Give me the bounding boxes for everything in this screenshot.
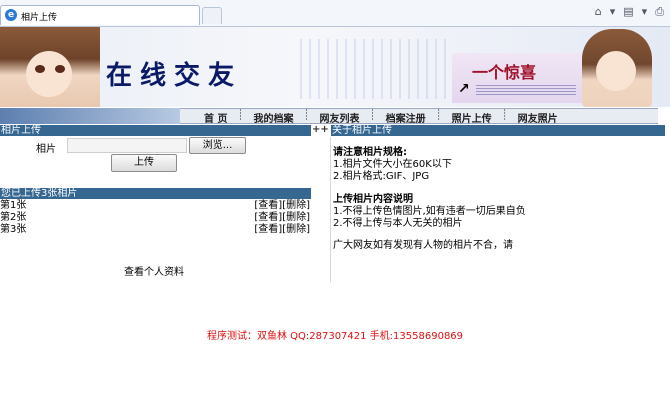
content-heading: 上传相片内容说明 — [333, 194, 413, 205]
site-title: 在线交友 — [106, 61, 243, 91]
nav-user-list[interactable]: 网友列表 — [312, 110, 368, 125]
column-divider — [330, 137, 331, 282]
nav-register[interactable]: 档案注册 — [378, 110, 434, 125]
photo-label: 相片 — [36, 144, 56, 155]
ie-icon: e — [5, 9, 17, 21]
nav-photo-upload[interactable]: 照片上传 — [444, 110, 500, 125]
browse-button[interactable]: 浏览... — [189, 137, 246, 154]
photo-name: 第2张 — [0, 212, 27, 223]
note-text: 广大网友如有发现有人物的相片不合，请 — [333, 240, 513, 251]
photo-actions-link[interactable]: [查看][删除] — [254, 224, 310, 235]
content-line-1: 1.不得上传色情图片,如有违者一切后果自负 — [333, 206, 526, 217]
nav-separator: ┊ — [435, 110, 442, 121]
site-banner: 在线交友 一个惊喜 ↗ — [0, 27, 670, 107]
footer-credit: 程序测试：双鱼林 QQ:287307421 手机:13558690869 — [206, 331, 464, 342]
promo-lines — [476, 85, 576, 97]
chevron-down-icon[interactable]: ▾ — [610, 5, 616, 19]
photo-name: 第3张 — [0, 224, 27, 235]
browser-chrome: e 相片上传 ⌂ ▾ ▤ ▾ ⎙ — [0, 0, 670, 27]
nav-left-decoration — [0, 108, 180, 124]
spec-line-2: 2.相片格式:GIF、JPG — [333, 171, 430, 182]
uploaded-section-title: 您已上传3张相片 — [0, 188, 311, 199]
banner-decoration — [300, 39, 450, 99]
anime-girl-left-image — [0, 27, 100, 107]
list-item: 第2张 [查看][删除] — [0, 212, 310, 223]
chevron-down-icon[interactable]: ▾ — [642, 5, 648, 19]
view-profile-link[interactable]: 查看个人资料 — [124, 263, 184, 278]
tab-title: 相片上传 — [21, 13, 58, 23]
photo-actions-link[interactable]: [查看][删除] — [254, 212, 310, 223]
promo-text: 一个惊喜 — [472, 63, 537, 82]
photo-file-input[interactable] — [67, 138, 187, 153]
nav-separator: ┊ — [237, 110, 244, 121]
print-icon[interactable]: ⎙ — [655, 5, 664, 19]
upload-section-title: 相片上传 — [0, 125, 311, 136]
feeds-icon[interactable]: ▤ — [623, 5, 633, 19]
list-item: 第3张 [查看][删除] — [0, 224, 310, 235]
nav-separator: ┊ — [369, 110, 376, 121]
photo-actions-link[interactable]: [查看][删除] — [254, 200, 310, 211]
nav-user-photos[interactable]: 网友照片 — [510, 110, 566, 125]
promo-banner[interactable]: 一个惊喜 ↗ — [452, 53, 584, 103]
spec-line-1: 1.相片文件大小在60K以下 — [333, 159, 452, 170]
home-icon[interactable]: ⌂ — [595, 5, 602, 19]
list-item: 第1张 [查看][删除] — [0, 200, 310, 211]
nav-separator: ┊ — [501, 110, 508, 121]
anime-girl-right-image — [582, 29, 652, 107]
nav-my-profile[interactable]: 我的档案 — [246, 110, 302, 125]
new-tab-button[interactable] — [202, 7, 222, 24]
browser-tab[interactable]: e 相片上传 — [0, 5, 200, 25]
arrow-icon: ↗ — [458, 81, 470, 97]
photo-name: 第1张 — [0, 200, 27, 211]
nav-separator: ┊ — [303, 110, 310, 121]
nav-home[interactable]: 首 页 — [196, 110, 235, 125]
spec-heading: 请注意相片规格: — [333, 147, 407, 158]
content-line-2: 2.不得上传与本人无关的相片 — [333, 218, 463, 229]
plus-marker: ++ — [312, 124, 329, 135]
about-section-title: 关于相片上传 — [331, 125, 665, 136]
main-nav: 首 页 ┊ 我的档案 ┊ 网友列表 ┊ 档案注册 ┊ 照片上传 ┊ 网友照片 — [0, 108, 670, 125]
browser-toolbar: ⌂ ▾ ▤ ▾ ⎙ — [595, 5, 664, 19]
upload-button[interactable]: 上传 — [111, 154, 177, 172]
